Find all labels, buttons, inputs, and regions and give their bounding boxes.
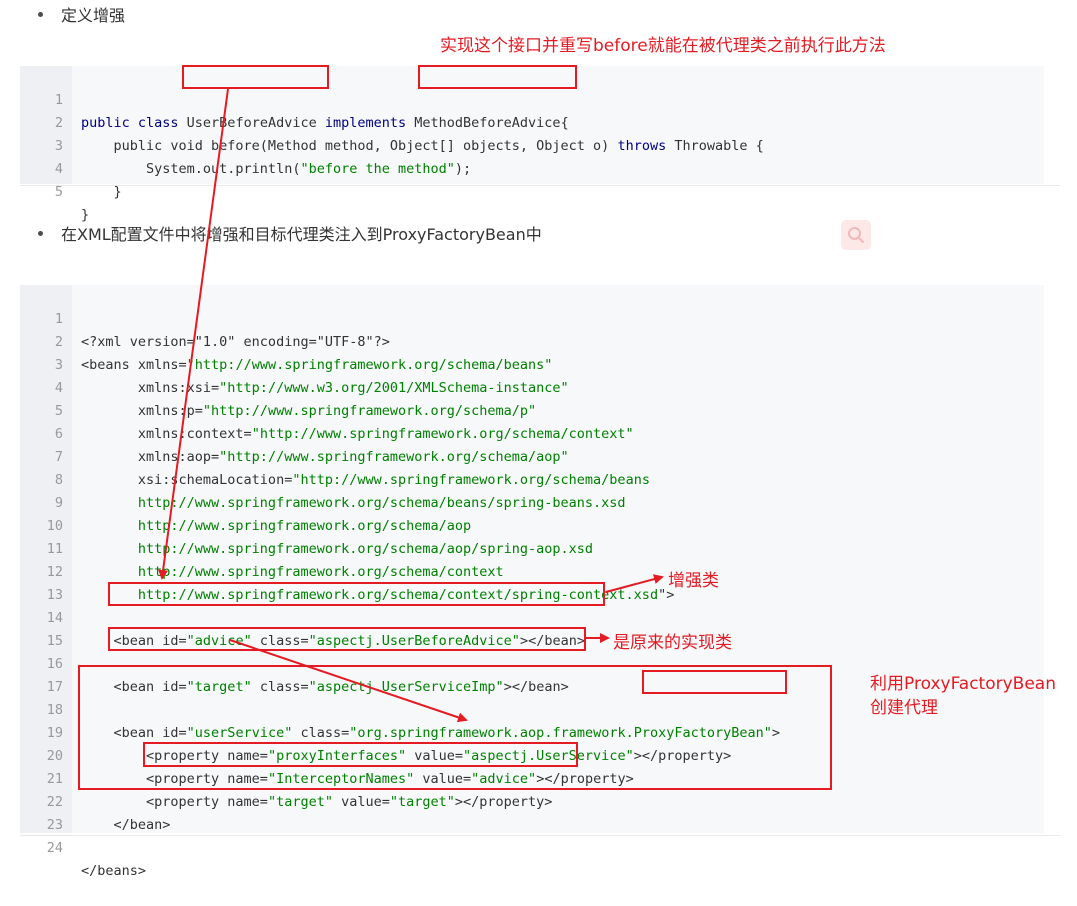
annotation-arrows bbox=[158, 88, 664, 723]
arrow-target-to-interceptor bbox=[229, 639, 468, 723]
code-token: </beans> bbox=[81, 863, 147, 879]
arrow-to-enhance-label bbox=[605, 574, 664, 593]
arrow-advice-to-bean bbox=[158, 88, 229, 580]
